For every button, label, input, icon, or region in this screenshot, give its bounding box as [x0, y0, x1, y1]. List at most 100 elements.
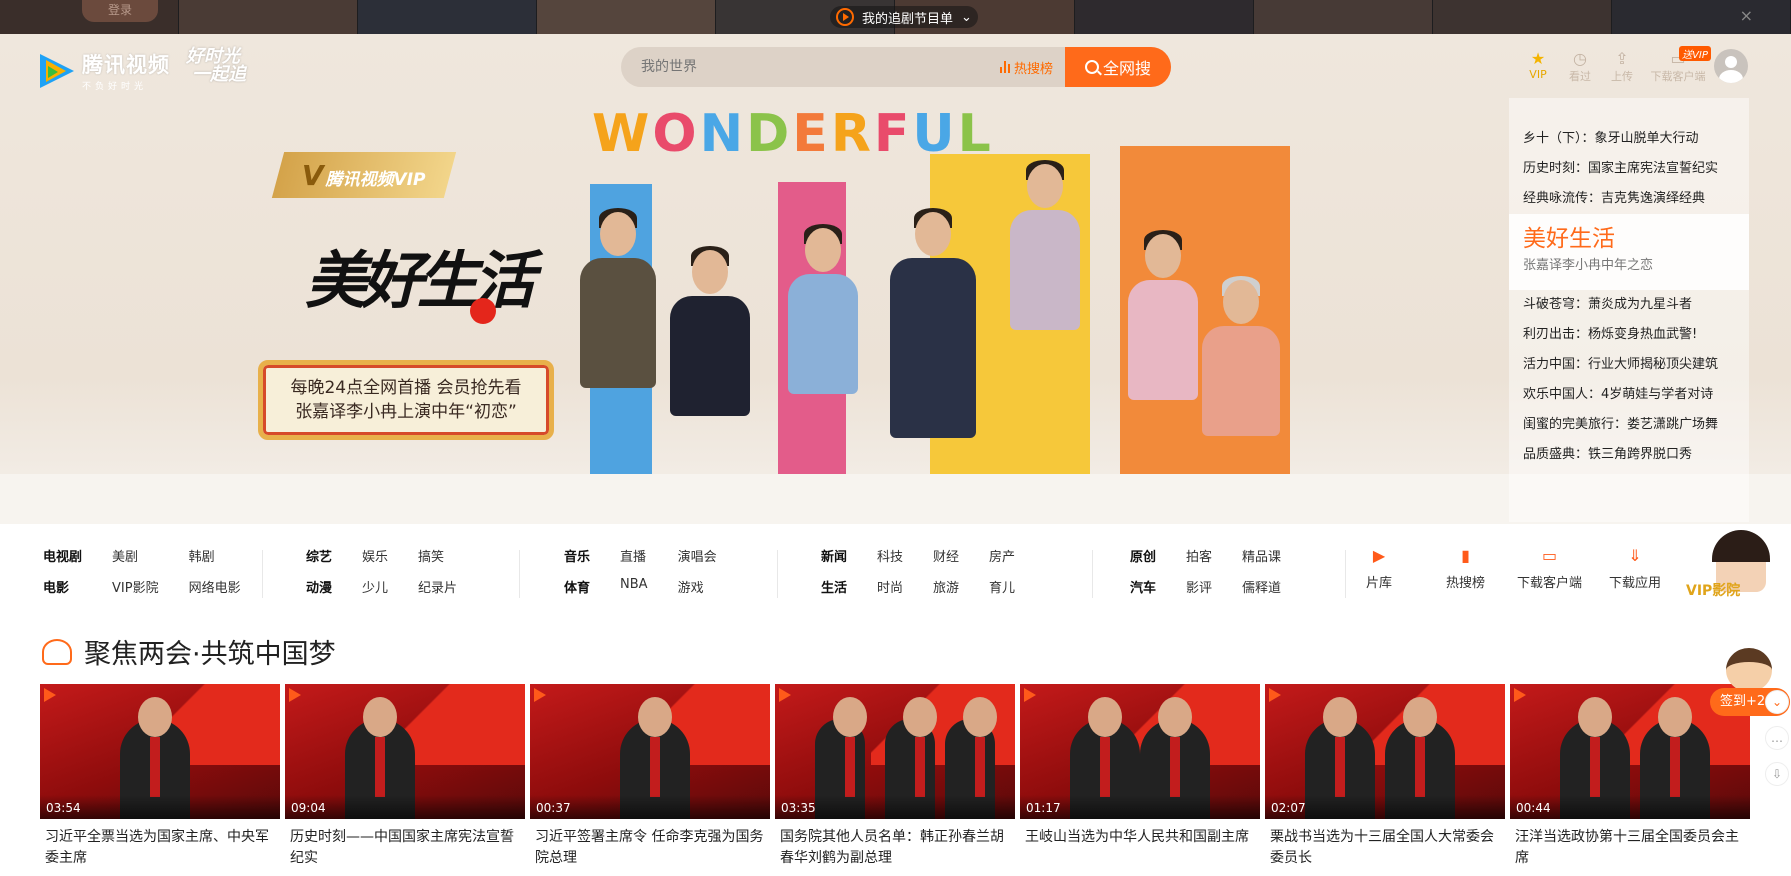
nav-link-original[interactable]: 原创 — [1130, 546, 1156, 565]
video-thumbnail[interactable]: 00:37 — [530, 684, 770, 819]
upload-button[interactable]: ⇪ 上传 — [1606, 48, 1638, 84]
wonderful-letter: N — [699, 104, 747, 164]
vip-cinema-entry[interactable]: VIP影院 — [1682, 530, 1778, 602]
video-title[interactable]: 汪洋当选政协第十三届全国委员会主席 — [1510, 819, 1750, 867]
video-grid: 03:54 习近平全票当选为国家主席、中央军委主席 09:04 历史时刻——中国… — [40, 684, 1750, 867]
quick-download-app[interactable]: ⇓ 下载应用 — [1609, 546, 1661, 591]
side-list-item[interactable]: 斗破苍穹：萧炎成为九星斗者 — [1509, 290, 1749, 320]
side-list-item[interactable]: 乡十（下）：象牙山脱单大行动 — [1509, 124, 1749, 154]
video-card[interactable]: 01:17 王岐山当选为中华人民共和国副主席 — [1020, 684, 1260, 867]
tencent-video-logo[interactable]: 腾讯视频 不负好时光 — [40, 49, 170, 92]
video-title[interactable]: 习近平全票当选为国家主席、中央军委主席 — [40, 819, 280, 867]
nav-link-sports[interactable]: 体育 — [564, 577, 590, 596]
nav-link-entertainment[interactable]: 娱乐 — [362, 546, 388, 565]
history-button[interactable]: ◷ 看过 — [1564, 48, 1596, 84]
video-title[interactable]: 王岐山当选为中华人民共和国副主席 — [1020, 819, 1260, 867]
video-title[interactable]: 栗战书当选为十三届全国人大常委会委员长 — [1265, 819, 1505, 867]
nav-link-concert[interactable]: 演唱会 — [678, 546, 717, 565]
nav-link-parenting[interactable]: 育儿 — [989, 577, 1015, 596]
nav-link-reviews[interactable]: 影评 — [1186, 577, 1212, 596]
nav-link-paike[interactable]: 拍客 — [1186, 546, 1212, 565]
nav-link-tv[interactable]: 电视剧 — [43, 546, 82, 565]
nav-link-courses[interactable]: 精品课 — [1242, 546, 1281, 565]
video-thumbnail[interactable]: 09:04 — [285, 684, 525, 819]
side-list-item[interactable]: 欢乐中国人：4岁萌娃与学者对诗 — [1509, 380, 1749, 410]
download-client-button[interactable]: ▭ 送VIP 下载客户端 — [1648, 46, 1711, 84]
video-title[interactable]: 国务院其他人员名单：韩正孙春兰胡春华刘鹤为副总理 — [775, 819, 1015, 867]
user-avatar[interactable] — [1714, 49, 1748, 83]
wonderful-letter: E — [792, 104, 831, 164]
quick-hot-search[interactable]: ▮ 热搜榜 — [1446, 546, 1485, 591]
nav-link-news[interactable]: 新闻 — [821, 546, 847, 565]
nav-group-music: 音乐 直播 演唱会 体育 NBA 游戏 — [564, 546, 717, 596]
video-thumbnail[interactable]: 01:17 — [1020, 684, 1260, 819]
nav-link-nba[interactable]: NBA — [620, 577, 648, 596]
cast-member-1 — [580, 208, 656, 388]
nav-link-games[interactable]: 游戏 — [678, 577, 717, 596]
nav-link-tech[interactable]: 科技 — [877, 546, 903, 565]
side-list-item[interactable]: 利刃出击：杨烁变身热血武警! — [1509, 320, 1749, 350]
video-thumbnail[interactable]: 03:35 — [775, 684, 1015, 819]
video-card[interactable]: 03:54 习近平全票当选为国家主席、中央军委主席 — [40, 684, 280, 867]
nav-link-rushidao[interactable]: 儒释道 — [1242, 577, 1281, 596]
close-icon[interactable]: × — [1740, 6, 1753, 25]
hero-banner[interactable]: 腾讯视频 不负好时光 好时光 一起追 热搜榜 全网搜 ★ VIP ◷ 看过 ⇪ … — [0, 34, 1791, 524]
cast-member-6 — [1128, 230, 1198, 400]
side-list-item[interactable]: 经典咏流传：吉克隽逸演绎经典 — [1509, 184, 1749, 214]
section-header: 聚焦两会·共筑中国梦 — [42, 632, 336, 671]
video-title[interactable]: 习近平签署主席令 任命李克强为国务院总理 — [530, 819, 770, 867]
video-duration: 00:37 — [530, 795, 770, 819]
nav-link-travel[interactable]: 旅游 — [933, 577, 959, 596]
nav-link-realestate[interactable]: 房产 — [989, 546, 1015, 565]
nav-link-life[interactable]: 生活 — [821, 577, 847, 596]
download-tray-icon[interactable]: ⇩ — [1765, 762, 1789, 786]
video-thumbnail[interactable]: 02:07 — [1265, 684, 1505, 819]
nav-link-auto[interactable]: 汽车 — [1130, 577, 1156, 596]
nav-link-music[interactable]: 音乐 — [564, 546, 590, 565]
vip-button[interactable]: ★ VIP — [1522, 48, 1554, 84]
video-card[interactable]: 02:07 栗战书当选为十三届全国人大常委会委员长 — [1265, 684, 1505, 867]
video-title[interactable]: 历史时刻——中国国家主席宪法宣誓纪实 — [285, 819, 525, 867]
side-list-item[interactable]: 活力中国：行业大师揭秘顶尖建筑 — [1509, 350, 1749, 380]
nav-link-variety[interactable]: 综艺 — [306, 546, 332, 565]
nav-link-live[interactable]: 直播 — [620, 546, 648, 565]
video-card[interactable]: 09:04 历史时刻——中国国家主席宪法宣誓纪实 — [285, 684, 525, 867]
nav-link-kr-drama[interactable]: 韩剧 — [189, 546, 241, 565]
video-thumbnail[interactable]: 03:54 — [40, 684, 280, 819]
nav-link-movie[interactable]: 电影 — [43, 577, 82, 596]
nav-link-documentary[interactable]: 纪录片 — [418, 577, 457, 596]
nav-link-finance[interactable]: 财经 — [933, 546, 959, 565]
nav-group-news: 新闻 科技 财经 房产 生活 时尚 旅游 育儿 — [821, 546, 1015, 596]
nav-link-funny[interactable]: 搞笑 — [418, 546, 457, 565]
play-badge-icon — [1024, 688, 1036, 702]
search-input[interactable] — [621, 47, 1000, 87]
play-badge-icon — [534, 688, 546, 702]
video-card[interactable]: 00:37 习近平签署主席令 任命李克强为国务院总理 — [530, 684, 770, 867]
nav-link-kids[interactable]: 少儿 — [362, 577, 388, 596]
video-card[interactable]: 03:35 国务院其他人员名单：韩正孙春兰胡春华刘鹤为副总理 — [775, 684, 1015, 867]
watchlist-dropdown[interactable]: 我的追剧节目单 ⌄ — [830, 6, 978, 28]
search-button[interactable]: 全网搜 — [1065, 47, 1171, 87]
video-duration: 00:44 — [1510, 795, 1750, 819]
send-vip-badge: 送VIP — [1679, 46, 1711, 61]
nav-link-web-movie[interactable]: 网络电影 — [189, 577, 241, 596]
nav-link-us-drama[interactable]: 美剧 — [112, 546, 159, 565]
upload-icon: ⇪ — [1615, 48, 1629, 68]
nav-link-fashion[interactable]: 时尚 — [877, 577, 903, 596]
nav-link-vip-cinema[interactable]: VIP影院 — [112, 577, 159, 596]
wonderful-letter: R — [830, 104, 874, 164]
hot-search-link[interactable]: 热搜榜 — [999, 58, 1053, 77]
side-list-featured[interactable]: 美好生活 张嘉译李小冉中年之恋 — [1509, 214, 1749, 290]
play-badge-icon — [779, 688, 791, 702]
side-list-item[interactable]: 闺蜜的完美旅行：娄艺潇跳广场舞 — [1509, 410, 1749, 440]
download-icon: ⇓ — [1628, 546, 1642, 565]
quick-download-client[interactable]: ▭ 下载客户端 — [1517, 546, 1582, 591]
side-list-item[interactable]: 历史时刻：国家主席宪法宣誓纪实 — [1509, 154, 1749, 184]
login-button[interactable]: 登录 — [82, 0, 158, 22]
chevron-down-circle-icon[interactable]: ⌄ — [1765, 690, 1789, 714]
quick-library[interactable]: ▶ 片库 — [1366, 546, 1392, 591]
side-list-item[interactable]: 品质盛典：铁三角跨界脱口秀 — [1509, 440, 1749, 470]
nav-link-anime[interactable]: 动漫 — [306, 577, 332, 596]
history-clock-icon: ◷ — [1573, 48, 1587, 68]
feedback-chat-icon[interactable]: … — [1765, 726, 1789, 750]
